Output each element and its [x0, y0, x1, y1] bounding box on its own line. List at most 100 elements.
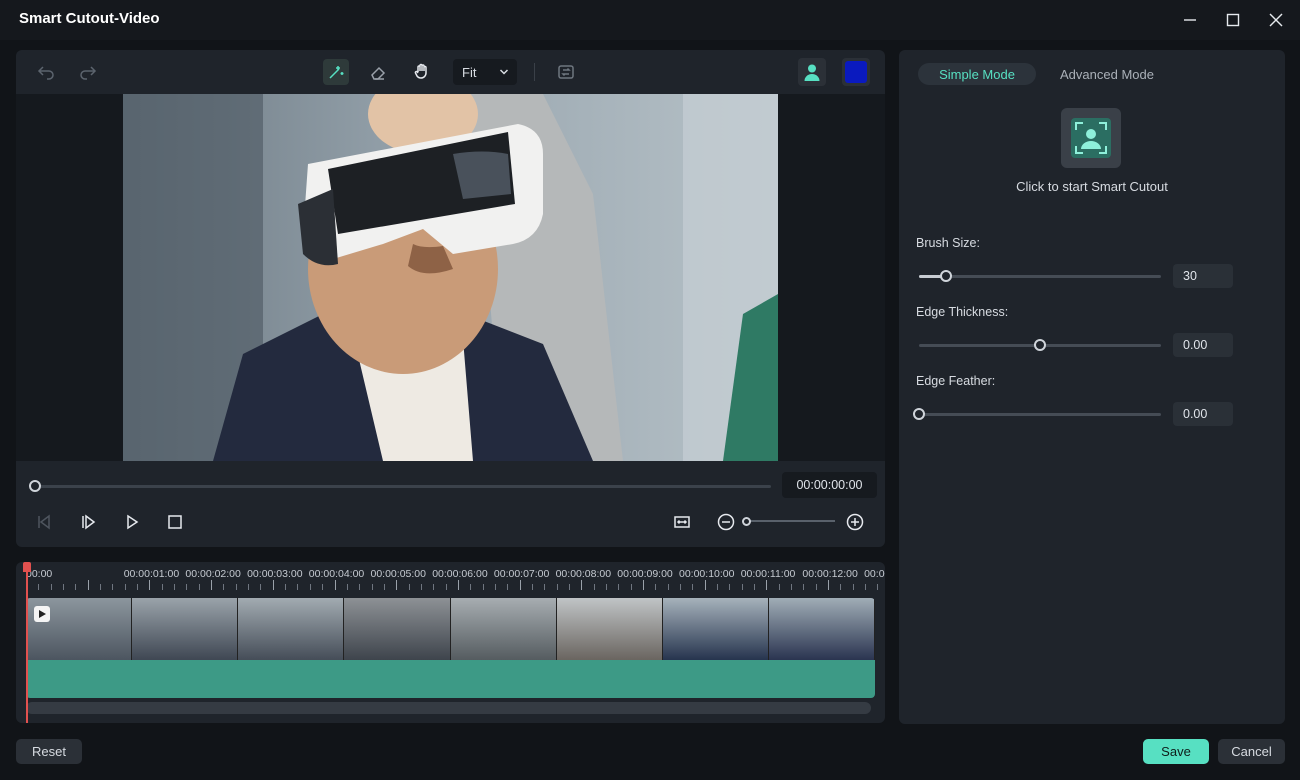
reset-button[interactable]: Reset	[16, 739, 82, 764]
ruler-tick	[717, 584, 719, 590]
zoom-slider-track[interactable]	[747, 520, 835, 522]
ruler-tick	[334, 580, 336, 590]
zoom-select[interactable]: Fit	[453, 59, 517, 85]
ruler-tick	[803, 584, 805, 590]
playhead-handle[interactable]	[23, 562, 31, 572]
minimize-icon[interactable]	[1177, 8, 1203, 32]
edge-feather-label: Edge Feather:	[916, 374, 996, 388]
ruler-label: 00:00:13:00	[864, 568, 885, 580]
tab-simple-mode[interactable]: Simple Mode	[918, 63, 1036, 85]
ruler-tick	[174, 584, 176, 590]
smart-cutout-button[interactable]	[1061, 108, 1121, 168]
tab-advanced-mode[interactable]: Advanced Mode	[1049, 63, 1165, 85]
brush-size-slider[interactable]	[919, 275, 1161, 278]
ruler-label: 00:00:06:00	[432, 568, 488, 580]
ruler-label: 00:00:10:00	[679, 568, 735, 580]
scrubber-knob[interactable]	[29, 480, 41, 492]
person-icon[interactable]	[798, 58, 826, 86]
edge-feather-knob[interactable]	[913, 408, 925, 420]
ruler-tick	[346, 584, 348, 590]
ruler-tick	[309, 584, 311, 590]
ruler-tick	[568, 584, 570, 590]
next-frame-icon[interactable]	[77, 511, 101, 533]
hand-icon[interactable]	[409, 58, 435, 84]
timeline-scrollbar[interactable]	[26, 702, 871, 714]
ruler-tick	[248, 584, 250, 590]
undo-icon[interactable]	[33, 59, 59, 85]
ruler-label: 00:00:09:00	[617, 568, 673, 580]
mask-color-button[interactable]	[842, 58, 870, 86]
ruler-tick	[260, 584, 262, 590]
zoom-out-icon[interactable]	[714, 511, 738, 533]
swap-icon[interactable]	[553, 59, 579, 85]
prev-frame-icon[interactable]	[32, 511, 56, 533]
timeline-playhead[interactable]	[26, 562, 28, 723]
ruler-tick	[630, 584, 632, 590]
zoom-select-value: Fit	[462, 64, 477, 80]
ruler-tick	[359, 584, 361, 590]
ruler-tick	[396, 580, 398, 590]
clip-thumbnail	[344, 598, 451, 660]
save-button[interactable]: Save	[1143, 739, 1209, 764]
close-icon[interactable]	[1263, 8, 1289, 32]
ruler-tick	[877, 584, 879, 590]
ruler-tick	[112, 584, 114, 590]
edge-feather-slider[interactable]	[919, 413, 1161, 416]
ruler-tick	[593, 584, 595, 590]
ruler-tick	[766, 580, 768, 590]
ruler-label: 00:00:07:00	[493, 568, 550, 580]
ruler-tick	[457, 580, 459, 590]
ruler-label: 00:00:08:00	[555, 568, 612, 580]
video-preview[interactable]	[16, 94, 885, 461]
ruler-tick	[741, 584, 743, 590]
timeline-panel: 00:00 00:00:01:00 00:00:02:00 00:00:03:00 00…	[16, 562, 885, 723]
ruler-tick	[605, 584, 607, 590]
fit-width-icon[interactable]	[670, 511, 694, 533]
ruler-tick	[531, 584, 533, 590]
cancel-button[interactable]: Cancel	[1218, 739, 1285, 764]
redo-icon[interactable]	[75, 59, 101, 85]
ruler-tick	[680, 584, 682, 590]
ruler-tick	[223, 584, 225, 590]
play-icon[interactable]	[120, 511, 144, 533]
ruler-tick	[137, 584, 139, 590]
video-frame-image	[123, 94, 778, 461]
smart-brush-icon[interactable]	[323, 59, 349, 85]
ruler-tick	[420, 584, 422, 590]
ruler-tick	[482, 584, 484, 590]
edge-feather-input[interactable]: 0.00	[1173, 402, 1233, 426]
ruler-tick	[63, 584, 65, 590]
edge-thickness-label: Edge Thickness:	[916, 305, 1009, 319]
zoom-in-icon[interactable]	[843, 511, 867, 533]
edge-thickness-knob[interactable]	[1034, 339, 1046, 351]
ruler-tick	[618, 584, 620, 590]
ruler-tick	[544, 584, 546, 590]
ruler-tick	[186, 584, 188, 590]
clip-thumbnail	[556, 598, 663, 660]
ruler-tick	[371, 584, 373, 590]
brush-size-input[interactable]: 30	[1173, 264, 1233, 288]
ruler-tick	[494, 584, 496, 590]
timeline-ruler[interactable]: 00:00 00:00:01:00 00:00:02:00 00:00:03:00 00…	[16, 562, 885, 596]
stop-icon[interactable]	[163, 511, 187, 533]
maximize-icon[interactable]	[1220, 8, 1246, 32]
brush-size-knob[interactable]	[939, 270, 952, 282]
clip-thumbnail	[450, 598, 557, 660]
ruler-tick	[272, 580, 274, 590]
ruler-tick	[556, 584, 558, 590]
clip-thumbnail	[768, 598, 875, 660]
ruler-tick	[235, 584, 237, 590]
mask-track[interactable]	[26, 660, 875, 698]
ruler-tick	[754, 584, 756, 590]
ruler-tick	[408, 584, 410, 590]
ruler-tick	[667, 584, 669, 590]
video-clip-track[interactable]	[26, 598, 875, 660]
mask-color-swatch	[845, 61, 867, 83]
ruler-label: 00:00:12:00	[802, 568, 858, 580]
clip-thumbnail	[132, 598, 239, 660]
eraser-icon[interactable]	[365, 59, 391, 85]
edge-thickness-input[interactable]: 0.00	[1173, 333, 1233, 357]
playback-scrubber[interactable]	[29, 480, 771, 492]
scrubber-track	[35, 485, 771, 488]
zoom-slider-knob[interactable]	[742, 517, 751, 526]
